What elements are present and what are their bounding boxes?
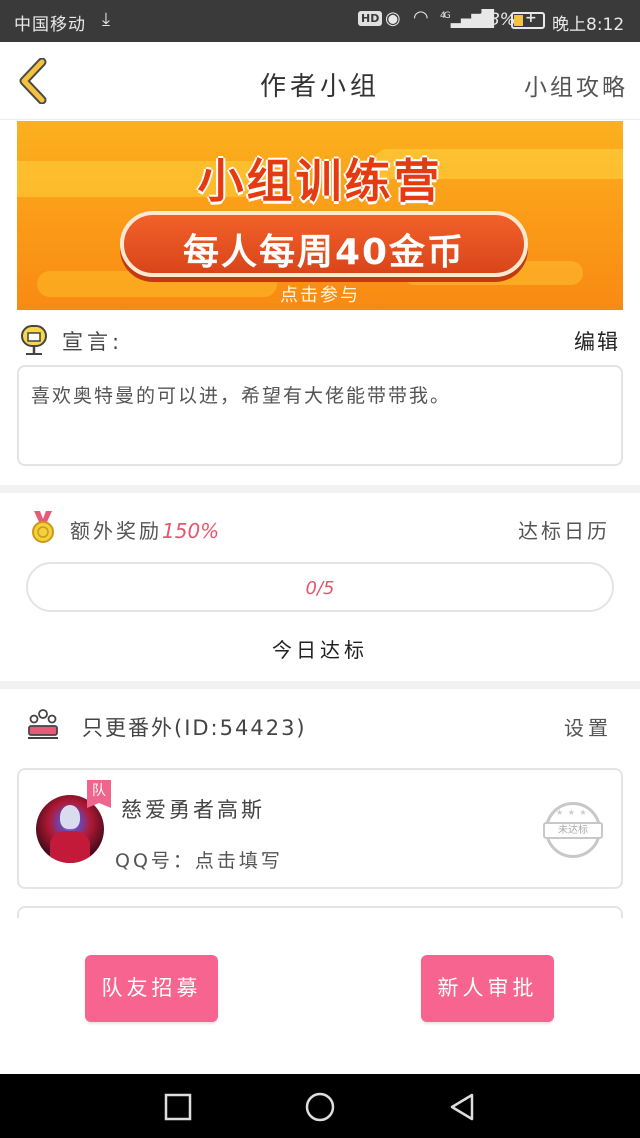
back-triangle-icon[interactable] bbox=[447, 1092, 477, 1122]
progress-text: 0/5 bbox=[305, 578, 335, 599]
mailbox-icon bbox=[20, 322, 48, 356]
section-divider bbox=[0, 485, 640, 493]
progress-bar: 0/5 bbox=[26, 562, 614, 612]
home-icon[interactable] bbox=[305, 1092, 335, 1122]
group-name: 只更番外(ID:54423) bbox=[82, 716, 307, 740]
status-stamp-text: 未达标 bbox=[543, 822, 603, 839]
declaration-label: 宣言: bbox=[62, 330, 124, 354]
declaration-text: 喜欢奥特曼的可以进，希望有大佬能带带我。 bbox=[17, 365, 623, 466]
carrier-label: 中国移动 bbox=[14, 15, 86, 35]
download-icon: ⤓ bbox=[102, 9, 110, 30]
banner-pill: 每人每周40金币 bbox=[120, 211, 528, 277]
group-guide-link[interactable]: 小组攻略 bbox=[524, 68, 628, 102]
captain-badge: 队 bbox=[87, 780, 111, 808]
avatar[interactable] bbox=[36, 795, 104, 863]
banner-cta[interactable]: 点击参与 bbox=[17, 281, 623, 307]
calendar-link[interactable]: 达标日历 bbox=[518, 515, 610, 544]
reward-label-text: 额外奖励 bbox=[70, 519, 162, 543]
training-camp-banner[interactable]: 小组训练营 每人每周40金币 点击参与 bbox=[17, 121, 623, 310]
today-target-label: 今日达标 bbox=[272, 638, 368, 662]
clock: 晚上8:12 bbox=[552, 15, 625, 35]
member-card[interactable]: 队 慈爱勇者高斯 QQ号：点击填写 未达标 bbox=[17, 768, 623, 889]
approve-newcomers-button[interactable]: 新人审批 bbox=[421, 955, 554, 1022]
medal-icon bbox=[30, 510, 56, 544]
reward-percent: 150% bbox=[162, 519, 220, 543]
wifi-icon: ◠ bbox=[413, 7, 429, 28]
edit-declaration-button[interactable]: 编辑 bbox=[574, 326, 620, 356]
status-bar: 中国移动 ⤓ HD ◉ ◠ 4G▂▄▆█ 18% 晚上8:12 bbox=[0, 0, 640, 42]
member-qq[interactable]: QQ号：点击填写 bbox=[115, 846, 283, 873]
nav-bar: 作者小组 小组攻略 bbox=[0, 42, 640, 120]
recent-apps-icon[interactable] bbox=[163, 1092, 193, 1122]
status-stamp: 未达标 bbox=[543, 802, 603, 858]
recruit-teammates-button[interactable]: 队友招募 bbox=[85, 955, 218, 1022]
hd-badge: HD bbox=[358, 11, 383, 26]
banner-subtitle: 每人每周40金币 bbox=[182, 232, 466, 273]
extra-reward-label: 额外奖励150% bbox=[70, 515, 219, 544]
group-settings-button[interactable]: 设置 bbox=[564, 712, 612, 741]
battery-icon bbox=[511, 10, 545, 29]
member-name: 慈爱勇者高斯 bbox=[121, 798, 265, 822]
section-divider bbox=[0, 681, 640, 689]
banner-title: 小组训练营 bbox=[197, 154, 443, 208]
system-nav-bar bbox=[0, 1074, 640, 1138]
eye-icon: ◉ bbox=[385, 8, 401, 29]
network-type: 4G bbox=[440, 11, 451, 21]
group-icon bbox=[26, 708, 60, 740]
